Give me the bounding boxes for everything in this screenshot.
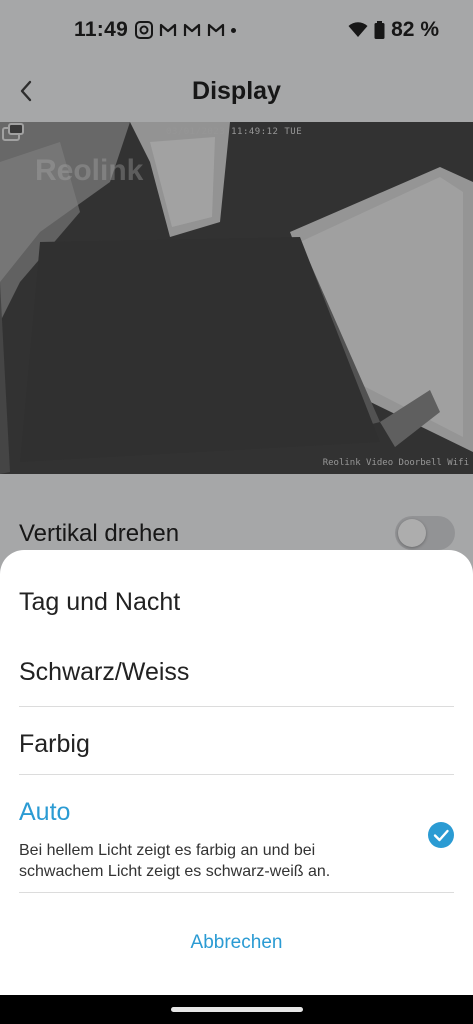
option-farbig[interactable]: Farbig [19,730,454,774]
option-description: Bei hellem Licht zeigt es farbig an und … [19,842,331,880]
home-indicator[interactable] [171,1007,303,1012]
divider [19,774,454,775]
sheet-title: Tag und Nacht [19,588,181,616]
option-auto[interactable]: Auto Bei hellem Licht zeigt es farbig an… [19,798,454,890]
option-label: Auto [19,798,71,826]
cancel-button[interactable]: Abbrechen [0,932,473,954]
navigation-bar [0,995,473,1024]
option-label: Farbig [19,730,90,758]
screen: 11:49 82 % Display 03/01/2023 11:49:12 T… [0,0,473,1024]
divider [19,892,454,893]
check-circle-icon [428,822,454,848]
option-label: Schwarz/Weiss [19,658,190,686]
day-night-sheet: Tag und Nacht Schwarz/Weiss Farbig Auto … [0,550,473,995]
divider [19,706,454,707]
option-schwarz-weiss[interactable]: Schwarz/Weiss [19,658,454,706]
